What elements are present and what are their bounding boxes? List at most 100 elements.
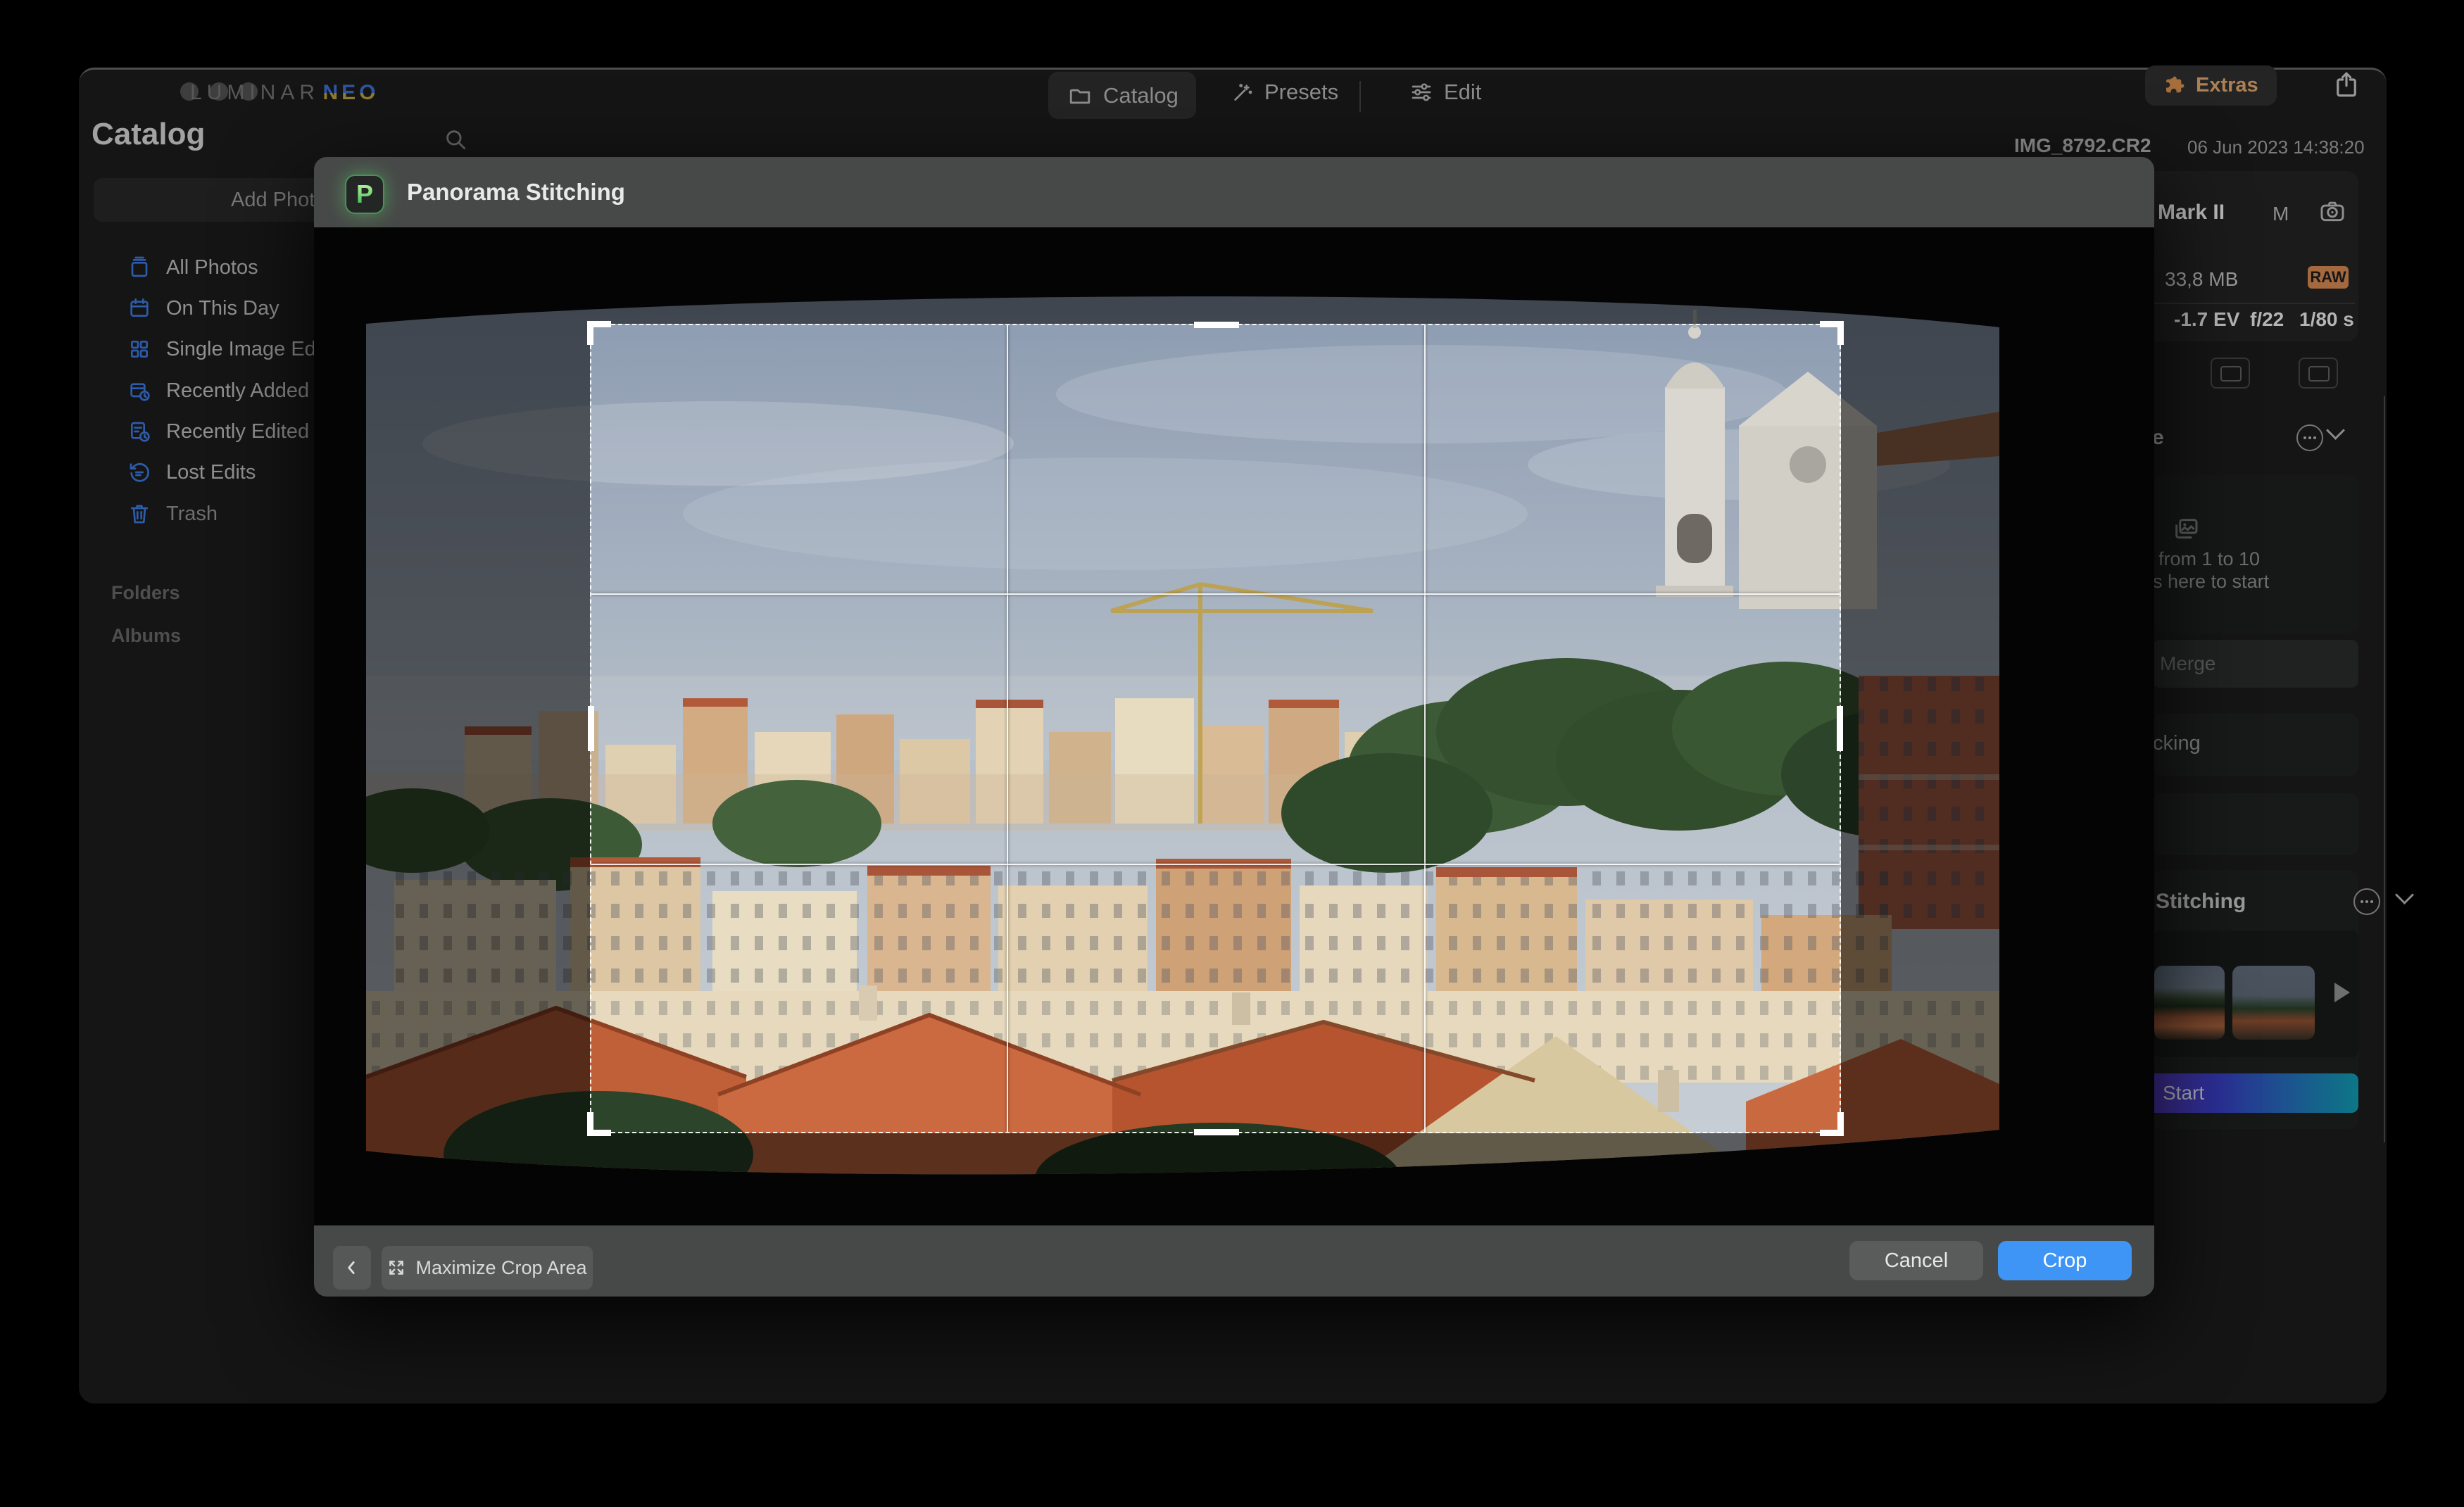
aperture: f/22 bbox=[2250, 308, 2284, 331]
raw-format-badge: RAW bbox=[2308, 266, 2349, 289]
exif-divider bbox=[2154, 303, 2355, 304]
capture-datetime: 06 Jun 2023 14:38:20 bbox=[2187, 137, 2365, 158]
photos-dropzone-icon bbox=[2172, 515, 2200, 543]
dropzone-hint-line2: s here to start bbox=[2153, 571, 2269, 593]
crop-handle-top-left[interactable] bbox=[587, 321, 611, 345]
sidebar-item-recently-added[interactable]: Recently Added bbox=[128, 378, 309, 403]
crop-shade-top bbox=[314, 227, 2154, 324]
chevron-left-icon bbox=[343, 1259, 361, 1277]
merge-dropzone[interactable]: from 1 to 10 s here to start bbox=[2153, 475, 2358, 633]
crop-handle-bottom-left[interactable] bbox=[587, 1112, 611, 1136]
shooting-mode: M bbox=[2273, 203, 2289, 225]
photos-stack-icon bbox=[128, 256, 151, 279]
sidebar-item-label: All Photos bbox=[166, 256, 258, 279]
play-arrow-icon[interactable] bbox=[2334, 983, 2350, 1002]
calendar-icon bbox=[128, 297, 151, 320]
preview-tile-icon[interactable] bbox=[2211, 358, 2250, 389]
panel-edge-line bbox=[2384, 396, 2385, 1142]
sidebar-item-on-this-day[interactable]: On This Day bbox=[128, 296, 279, 321]
crop-handle-top-right[interactable] bbox=[1820, 321, 1844, 345]
tab-label: Edit bbox=[1444, 80, 1481, 105]
sidebar-section-albums[interactable]: Albums bbox=[111, 625, 181, 647]
exposure-bias: -1.7 EV bbox=[2174, 308, 2239, 331]
grid-line-horizontal bbox=[591, 864, 1840, 865]
document-clock-icon bbox=[128, 420, 151, 443]
grid-line-vertical bbox=[1424, 325, 1426, 1132]
cancel-button-label: Cancel bbox=[1885, 1249, 1948, 1273]
start-stitching-button[interactable]: Start bbox=[2140, 1073, 2358, 1113]
dropzone-hint-line1: from 1 to 10 bbox=[2158, 548, 2260, 570]
sidebar-item-recently-edited[interactable]: Recently Edited bbox=[128, 419, 309, 444]
back-button[interactable] bbox=[333, 1246, 371, 1290]
chevron-down-icon[interactable] bbox=[2326, 421, 2345, 440]
tab-label: Presets bbox=[1264, 80, 1338, 105]
wand-icon bbox=[1231, 81, 1253, 103]
extras-button[interactable]: Extras bbox=[2145, 65, 2277, 106]
sidebar-item-label: Trash bbox=[166, 503, 218, 526]
crop-rectangle[interactable] bbox=[590, 324, 1841, 1133]
maximize-crop-area-button[interactable]: Maximize Crop Area bbox=[382, 1246, 593, 1290]
sidebar-item-label: Recently Edited bbox=[166, 420, 309, 443]
camera-model: Mark II bbox=[2158, 201, 2225, 225]
sidebar-item-label: Recently Added bbox=[166, 379, 309, 403]
grid-line-horizontal bbox=[591, 593, 1840, 595]
app-icon-letter: P bbox=[356, 179, 373, 209]
crop-handle-left[interactable] bbox=[588, 706, 594, 751]
merge-button-label: Merge bbox=[2160, 652, 2215, 675]
stitch-source-thumbnail[interactable] bbox=[2154, 966, 2225, 1040]
file-size: 33,8 MB bbox=[2165, 268, 2238, 291]
page-title: Catalog bbox=[92, 117, 205, 152]
crop-shade-bottom bbox=[314, 1133, 2154, 1225]
folder-icon bbox=[1068, 84, 1092, 108]
crop-handle-top[interactable] bbox=[1194, 322, 1239, 328]
crop-shade-left bbox=[314, 324, 590, 1133]
panorama-app-icon: P bbox=[345, 175, 384, 214]
sidebar-item-label: On This Day bbox=[166, 297, 279, 320]
tab-edit[interactable]: Edit bbox=[1410, 80, 1481, 105]
cancel-button[interactable]: Cancel bbox=[1849, 1241, 1983, 1280]
merge-button[interactable]: Merge bbox=[2153, 640, 2358, 688]
more-options-icon[interactable] bbox=[2296, 424, 2323, 451]
camera-icon bbox=[2319, 198, 2346, 225]
sidebar-item-trash[interactable]: Trash bbox=[128, 501, 218, 526]
logo-neo-text: NEO bbox=[322, 81, 379, 104]
tab-presets[interactable]: Presets bbox=[1231, 80, 1338, 105]
expand-icon bbox=[387, 1259, 406, 1277]
grid-icon bbox=[128, 338, 151, 360]
sliders-icon bbox=[1410, 81, 1433, 103]
calendar-clock-icon bbox=[128, 379, 151, 402]
sidebar-item-single-image-edits[interactable]: Single Image Edits bbox=[128, 336, 337, 362]
sidebar-item-lost-edits[interactable]: Lost Edits bbox=[128, 460, 256, 485]
extras-label: Extras bbox=[2196, 74, 2258, 97]
app-logo: LUMINAR NEO bbox=[190, 81, 379, 105]
crop-handle-bottom[interactable] bbox=[1194, 1129, 1239, 1135]
crop-handle-bottom-right[interactable] bbox=[1820, 1112, 1844, 1136]
more-options-icon[interactable] bbox=[2353, 888, 2380, 915]
tab-catalog[interactable]: Catalog bbox=[1048, 72, 1196, 119]
sidebar-section-folders[interactable]: Folders bbox=[111, 582, 180, 604]
collapsed-panel[interactable] bbox=[2153, 793, 2358, 855]
sidebar-item-all-photos[interactable]: All Photos bbox=[128, 255, 258, 280]
search-icon[interactable] bbox=[444, 127, 467, 151]
grid-line-vertical bbox=[1007, 325, 1008, 1132]
preview-tile-icon[interactable] bbox=[2299, 358, 2338, 389]
start-button-label: Start bbox=[2163, 1082, 2204, 1104]
stacking-panel-title: cking bbox=[2153, 732, 2201, 755]
crop-button[interactable]: Crop bbox=[1998, 1241, 2132, 1280]
stacking-panel[interactable]: cking bbox=[2153, 714, 2358, 776]
share-icon[interactable] bbox=[2332, 70, 2361, 99]
stitching-panel-title: Stitching bbox=[2156, 890, 2246, 914]
sidebar-item-label: Lost Edits bbox=[166, 461, 256, 484]
logo-luminar-text: LUMINAR bbox=[190, 81, 320, 104]
crop-shade-right bbox=[1841, 324, 2154, 1133]
chevron-down-icon[interactable] bbox=[2395, 885, 2414, 904]
filename: IMG_8792.CR2 bbox=[2014, 134, 2151, 157]
crop-handle-right[interactable] bbox=[1837, 706, 1843, 751]
panorama-stitching-dialog: P Panorama Stitching Maximize Crop Area bbox=[314, 157, 2154, 1297]
tab-label: Catalog bbox=[1103, 83, 1178, 108]
maximize-crop-area-label: Maximize Crop Area bbox=[415, 1257, 586, 1279]
sidebar-item-label: Single Image Edits bbox=[166, 338, 337, 361]
stitch-source-thumbnail[interactable] bbox=[2232, 966, 2315, 1040]
tab-divider bbox=[1359, 81, 1361, 112]
puzzle-icon bbox=[2163, 75, 2186, 97]
